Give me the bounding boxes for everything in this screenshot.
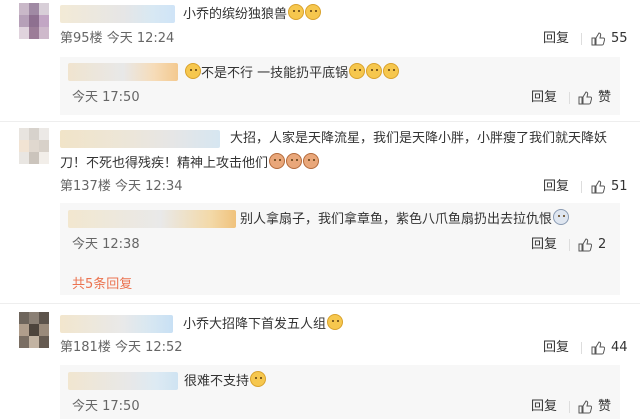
reply-text: 别人拿扇子，我们拿章鱼，紫色八爪鱼扇扔出去拉仇恨 (240, 209, 570, 230)
comment-text: 小乔大招降下首发五人组 (183, 314, 344, 335)
comment-divider (0, 121, 640, 122)
like-button[interactable]: 55 (591, 30, 628, 48)
reply-button[interactable]: 回复 (543, 339, 569, 357)
comment-meta: 第137楼 今天 12:34 (60, 179, 183, 194)
thumbs-up-icon (591, 341, 605, 355)
more-replies-link[interactable]: 共5条回复 (72, 273, 132, 292)
avatar[interactable] (19, 3, 49, 39)
like-button[interactable]: 44 (591, 339, 628, 357)
cat-emoji-icon (366, 63, 383, 79)
cat-emoji-icon (286, 153, 303, 169)
comment-meta: 第95楼 今天 12:24 (60, 31, 175, 46)
reply-time: 今天 17:50 (72, 90, 140, 105)
reply-button[interactable]: 回复 (531, 236, 557, 254)
comment-meta: 第181楼 今天 12:52 (60, 340, 183, 355)
like-button[interactable]: 赞 (578, 398, 611, 416)
thumbs-up-icon (578, 238, 592, 252)
reply-button[interactable]: 回复 (543, 30, 569, 48)
avatar[interactable] (19, 312, 49, 348)
like-count: 51 (611, 179, 628, 194)
reply-button[interactable]: 回复 (531, 398, 557, 416)
thumbs-up-icon (578, 400, 592, 414)
reply-button[interactable]: 回复 (543, 178, 569, 196)
username[interactable] (68, 63, 178, 81)
thumbs-up-icon (591, 180, 605, 194)
cat-emoji-icon (383, 63, 400, 79)
reply-button[interactable]: 回复 (531, 89, 557, 107)
comment-text-line2: 刀！不死也得残疾！精神上攻击他们 (60, 153, 320, 174)
comment-text-line1: 大招，人家是天降流星，我们是天降小胖，小胖瘦了我们就天降妖 (230, 131, 608, 146)
like-button[interactable]: 2 (578, 236, 606, 254)
reply-text: 不是不行 一技能扔平底锅 (184, 63, 400, 84)
username[interactable] (60, 130, 220, 148)
username[interactable] (68, 372, 178, 390)
cat-emoji-icon (305, 4, 322, 20)
reply-time: 今天 17:50 (72, 399, 140, 414)
cat-emoji-icon (303, 153, 320, 169)
cat-emoji-icon (349, 63, 366, 79)
cat-emoji-icon (269, 153, 286, 169)
like-count: 55 (611, 31, 628, 46)
like-count: 2 (598, 237, 607, 252)
divider (569, 401, 570, 413)
reply-text: 很难不支持 (184, 371, 267, 392)
cat-emoji-icon (185, 63, 201, 79)
sub-reply: 别人拿扇子，我们拿章鱼，紫色八爪鱼扇扔出去拉仇恨 今天 12:38 回复 2 共… (60, 203, 620, 295)
cat-emoji-icon (288, 4, 305, 20)
divider (581, 342, 582, 354)
comment-divider (0, 303, 640, 304)
divider (569, 92, 570, 104)
username[interactable] (68, 210, 236, 228)
divider (569, 239, 570, 251)
sub-reply: 很难不支持 今天 17:50 回复 赞 (60, 365, 620, 419)
sub-reply: 不是不行 一技能扔平底锅 今天 17:50 回复 赞 (60, 57, 620, 115)
like-label: 赞 (598, 399, 612, 414)
cat-emoji-icon (327, 314, 344, 330)
divider (581, 181, 582, 193)
like-button[interactable]: 51 (591, 178, 628, 196)
username[interactable] (60, 315, 173, 333)
divider (581, 33, 582, 45)
thumbs-up-icon (578, 91, 592, 105)
like-label: 赞 (598, 90, 612, 105)
crying-emoji-icon (553, 209, 570, 225)
comment-text: 小乔的缤纷独狼兽 (183, 4, 322, 25)
thumbs-up-icon (591, 32, 605, 46)
like-button[interactable]: 赞 (578, 89, 611, 107)
like-count: 44 (611, 340, 628, 355)
cat-emoji-icon (250, 371, 267, 387)
username[interactable] (60, 5, 175, 23)
avatar[interactable] (19, 128, 49, 164)
reply-time: 今天 12:38 (72, 237, 140, 252)
